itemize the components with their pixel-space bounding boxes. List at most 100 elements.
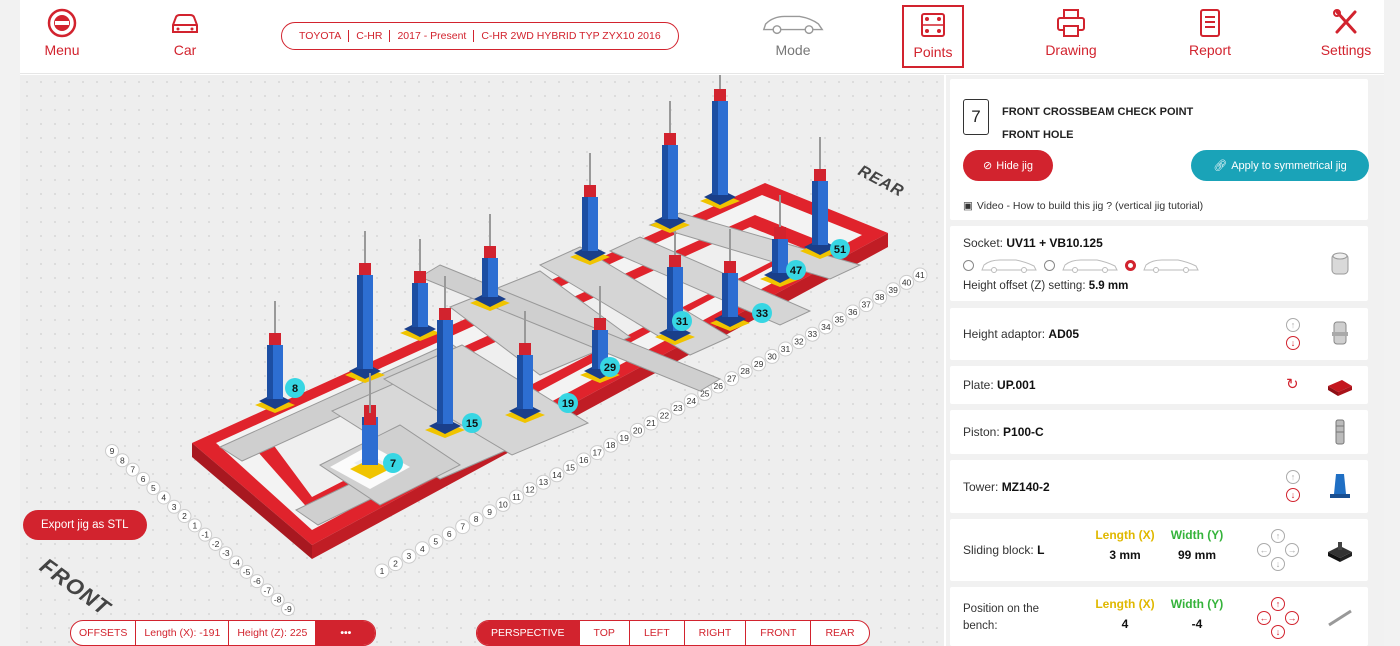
hide-icon: ⊘ (983, 160, 993, 172)
drawing-button[interactable]: Drawing (1038, 8, 1104, 66)
point-label-text: 33 (756, 308, 768, 320)
jig-tower[interactable] (650, 101, 690, 233)
points-button[interactable]: Points (902, 5, 964, 68)
ruler-tick-label: 1 (380, 566, 385, 576)
arrow-up-icon[interactable]: ↑ (1271, 529, 1285, 543)
ruler-tick: 15 (562, 459, 578, 475)
apply-symmetrical-button[interactable]: 🔗︎ Apply to symmetrical jig (1191, 150, 1369, 181)
arrow-down-icon[interactable]: ↓ (1271, 557, 1285, 571)
arrow-up-icon[interactable]: ↑ (1271, 597, 1285, 611)
ruler-tick: 40 (899, 274, 915, 290)
jig-tower[interactable] (400, 239, 440, 341)
arrow-left-icon[interactable]: ← (1257, 611, 1271, 625)
car-make: TOYOTA (299, 30, 342, 42)
sliding-block-card: Sliding block: L Length (X) 3 mm Width (… (950, 519, 1368, 581)
report-button[interactable]: Report (1184, 8, 1236, 66)
vehicle-radio-2[interactable] (1044, 259, 1055, 271)
tab-left[interactable]: LEFT (628, 621, 684, 645)
arrow-up-icon[interactable]: ↑ (1286, 470, 1300, 484)
ruler-tick-label: 17 (592, 448, 602, 458)
height-offset-label: Height offset (Z) setting: (963, 280, 1086, 292)
tab-perspective[interactable]: PERSPECTIVE (477, 621, 579, 645)
arrow-right-icon[interactable]: → (1285, 611, 1299, 625)
car-side-icon (1062, 259, 1118, 273)
jig-3d-view[interactable]: 1 2 3 4 5 6 7 8 9 10 11 12 13 14 15 16 17 18 19 20 21 22 23 24 2… (20, 75, 944, 646)
width-heading: Width (Y) (1170, 528, 1224, 542)
tower-label: Tower: (963, 480, 999, 494)
vehicle-info-pill[interactable]: TOYOTA C-HR 2017 - Present C-HR 2WD HYBR… (281, 22, 679, 50)
ruler-tick: 24 (683, 393, 699, 409)
bench-scene[interactable]: 1234567891011121314151617181920212223242… (20, 75, 944, 646)
apply-symmetrical-label: Apply to symmetrical jig (1231, 159, 1347, 172)
menu-button[interactable]: Menu (40, 8, 84, 66)
jig-tower[interactable] (255, 301, 295, 413)
arrow-down-icon[interactable]: ↓ (1271, 625, 1285, 639)
tab-right[interactable]: RIGHT (683, 621, 746, 645)
vehicle-radio-3-selected[interactable] (1125, 259, 1136, 271)
ruler-tick: 4 (156, 490, 171, 505)
ruler-tick-label: 2 (182, 511, 187, 521)
jig-tower[interactable] (700, 75, 740, 209)
tower-row: Tower: MZ140-2 (963, 480, 1050, 494)
ruler-tick-label: 6 (141, 474, 146, 484)
tab-rear[interactable]: REAR (810, 621, 868, 645)
point-label-text: 51 (834, 244, 846, 256)
ruler-tick: 8 (468, 511, 484, 527)
export-stl-button[interactable]: Export jig as STL (23, 510, 147, 540)
report-icon (1200, 9, 1220, 37)
ruler-tick: -9 (281, 602, 295, 616)
jig-tower[interactable] (570, 153, 610, 265)
vehicle-radio-1[interactable] (963, 259, 974, 271)
socket-part-icon (1331, 252, 1349, 275)
drawing-label: Drawing (1045, 42, 1097, 58)
sliding-length: Length (X) 3 mm (1090, 528, 1160, 562)
sliding-block-value: L (1037, 543, 1045, 557)
arrow-up-icon[interactable]: ↑ (1286, 318, 1300, 332)
ruler-tick-label: 40 (902, 277, 912, 287)
ruler-tick-label: 10 (498, 499, 508, 509)
height-adaptor-card: Height adaptor: AD05 ↑ ↓ (950, 308, 1368, 360)
sliding-block-part-icon (1328, 542, 1352, 562)
ruler-tick-label: 1 (192, 520, 197, 530)
plate-card: Plate: UP.001 ↻ (950, 366, 1368, 404)
arrow-down-icon[interactable]: ↓ (1286, 488, 1300, 502)
ruler-tick: 8 (115, 453, 130, 468)
ruler-tick: 41 (912, 267, 928, 283)
ruler-tick-label: -6 (253, 576, 261, 586)
piston-part-icon (1335, 419, 1345, 445)
ruler-tick-label: 27 (727, 374, 737, 384)
arrow-left-icon[interactable]: ← (1257, 543, 1271, 557)
ruler-tick-label: 16 (579, 455, 589, 465)
ruler-tick: 32 (791, 334, 807, 350)
ruler-tick: -2 (208, 536, 223, 551)
ruler-tick-label: 29 (754, 359, 764, 369)
video-tutorial-link[interactable]: ▣ Video - How to build this jig ? (verti… (963, 200, 1203, 212)
point-label: 15 (462, 413, 482, 433)
settings-button[interactable]: Settings (1316, 8, 1376, 66)
ruler-tick-label: -8 (274, 595, 282, 605)
tab-top[interactable]: TOP (578, 621, 629, 645)
rotate-icon[interactable]: ↻ (1286, 375, 1299, 393)
menu-label: Menu (44, 42, 80, 58)
menu-logo-icon (47, 8, 77, 38)
length-value: 3 mm (1109, 548, 1141, 562)
ruler-tick: 2 (387, 556, 403, 572)
mode-button[interactable]: Mode (758, 8, 828, 66)
point-label-text: 15 (466, 418, 478, 430)
car-button[interactable]: Car (165, 8, 205, 66)
ruler-tick: -3 (218, 546, 233, 561)
ruler-tick-label: 19 (619, 433, 629, 443)
hide-jig-button[interactable]: ⊘ Hide jig (963, 150, 1053, 181)
ruler-tick-label: 34 (821, 322, 831, 332)
ruler-tick: 21 (643, 415, 659, 431)
offsets-more-button[interactable]: ••• (315, 621, 376, 645)
arrow-right-icon[interactable]: → (1285, 543, 1299, 557)
point-label: 8 (285, 378, 305, 398)
ruler-tick: 38 (872, 289, 888, 305)
plate-row: Plate: UP.001 (963, 378, 1036, 392)
ruler-tick-label: 39 (888, 285, 898, 295)
arrow-down-icon[interactable]: ↓ (1286, 336, 1300, 350)
point-label: 29 (600, 357, 620, 377)
car-years: 2017 - Present (389, 30, 473, 42)
tab-front[interactable]: FRONT (745, 621, 810, 645)
